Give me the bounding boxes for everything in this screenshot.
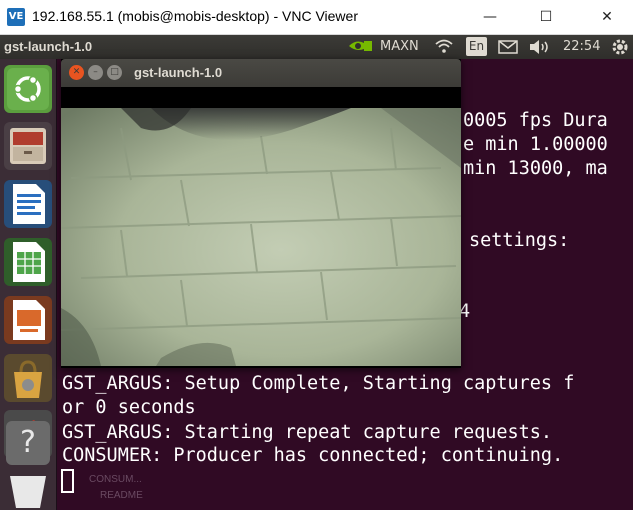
panel-app-title: gst-launch-1.0 (4, 39, 93, 54)
wifi-icon[interactable] (434, 38, 454, 58)
gst-minimize-button[interactable]: – (88, 65, 103, 80)
vnc-close-button[interactable]: ✕ (584, 0, 630, 34)
terminal-line: GST_ARGUS: Starting repeat capture reque… (62, 422, 553, 443)
gst-close-button[interactable]: ✕ (69, 65, 84, 80)
terminal-cursor (61, 469, 74, 493)
software-center-icon[interactable] (4, 354, 52, 402)
help-icon[interactable]: ? (6, 421, 50, 465)
terminal-line: e min 1.00000 (463, 134, 608, 155)
ubuntu-dash-icon[interactable] (4, 65, 52, 113)
files-icon[interactable] (4, 122, 52, 170)
vnc-minimize-button[interactable]: — (467, 0, 513, 34)
gst-window-titlebar[interactable]: ✕ – □ gst-launch-1.0 (61, 59, 461, 87)
impress-icon[interactable] (4, 296, 52, 344)
gst-maximize-button[interactable]: □ (107, 65, 122, 80)
terminal-line: or 0 seconds (62, 397, 196, 418)
mail-icon[interactable] (498, 40, 518, 58)
trash-icon[interactable] (4, 474, 52, 510)
unity-launcher: ? (0, 59, 57, 510)
vnc-titlebar[interactable]: VE 192.168.55.1 (mobis@mobis-desktop) - … (0, 0, 633, 35)
terminal-line: GST_ARGUS: Setup Complete, Starting capt… (62, 373, 575, 394)
writer-icon[interactable] (4, 180, 52, 228)
terminal-line: settings: (469, 230, 570, 251)
terminal-line: min 13000, ma (463, 158, 608, 179)
keyboard-layout-indicator[interactable]: En (466, 37, 487, 56)
panel-clock[interactable]: 22:54 (563, 39, 600, 54)
desktop-icon-label: CONSUM... (89, 474, 142, 485)
camera-video-frame (61, 108, 461, 366)
desktop-icon-label: README (100, 490, 143, 501)
terminal-line: 0005 fps Dura (463, 110, 608, 131)
nvidia-icon[interactable] (346, 38, 374, 58)
vnc-logo-icon: VE (7, 8, 25, 26)
gear-icon[interactable] (611, 38, 629, 60)
volume-icon[interactable] (529, 39, 551, 59)
terminal-line: CONSUMER: Producer has connected; contin… (62, 445, 564, 466)
vnc-window-title: 192.168.55.1 (mobis@mobis-desktop) - VNC… (32, 8, 358, 24)
calc-icon[interactable] (4, 238, 52, 286)
gst-window-title: gst-launch-1.0 (134, 65, 223, 80)
vnc-maximize-button[interactable]: ☐ (523, 0, 569, 34)
gst-launch-window[interactable]: ✕ – □ gst-launch-1.0 (61, 59, 461, 368)
nvidia-power-mode[interactable]: MAXN (380, 39, 419, 54)
ubuntu-top-panel: gst-launch-1.0 MAXN En 22:54 (0, 35, 633, 59)
